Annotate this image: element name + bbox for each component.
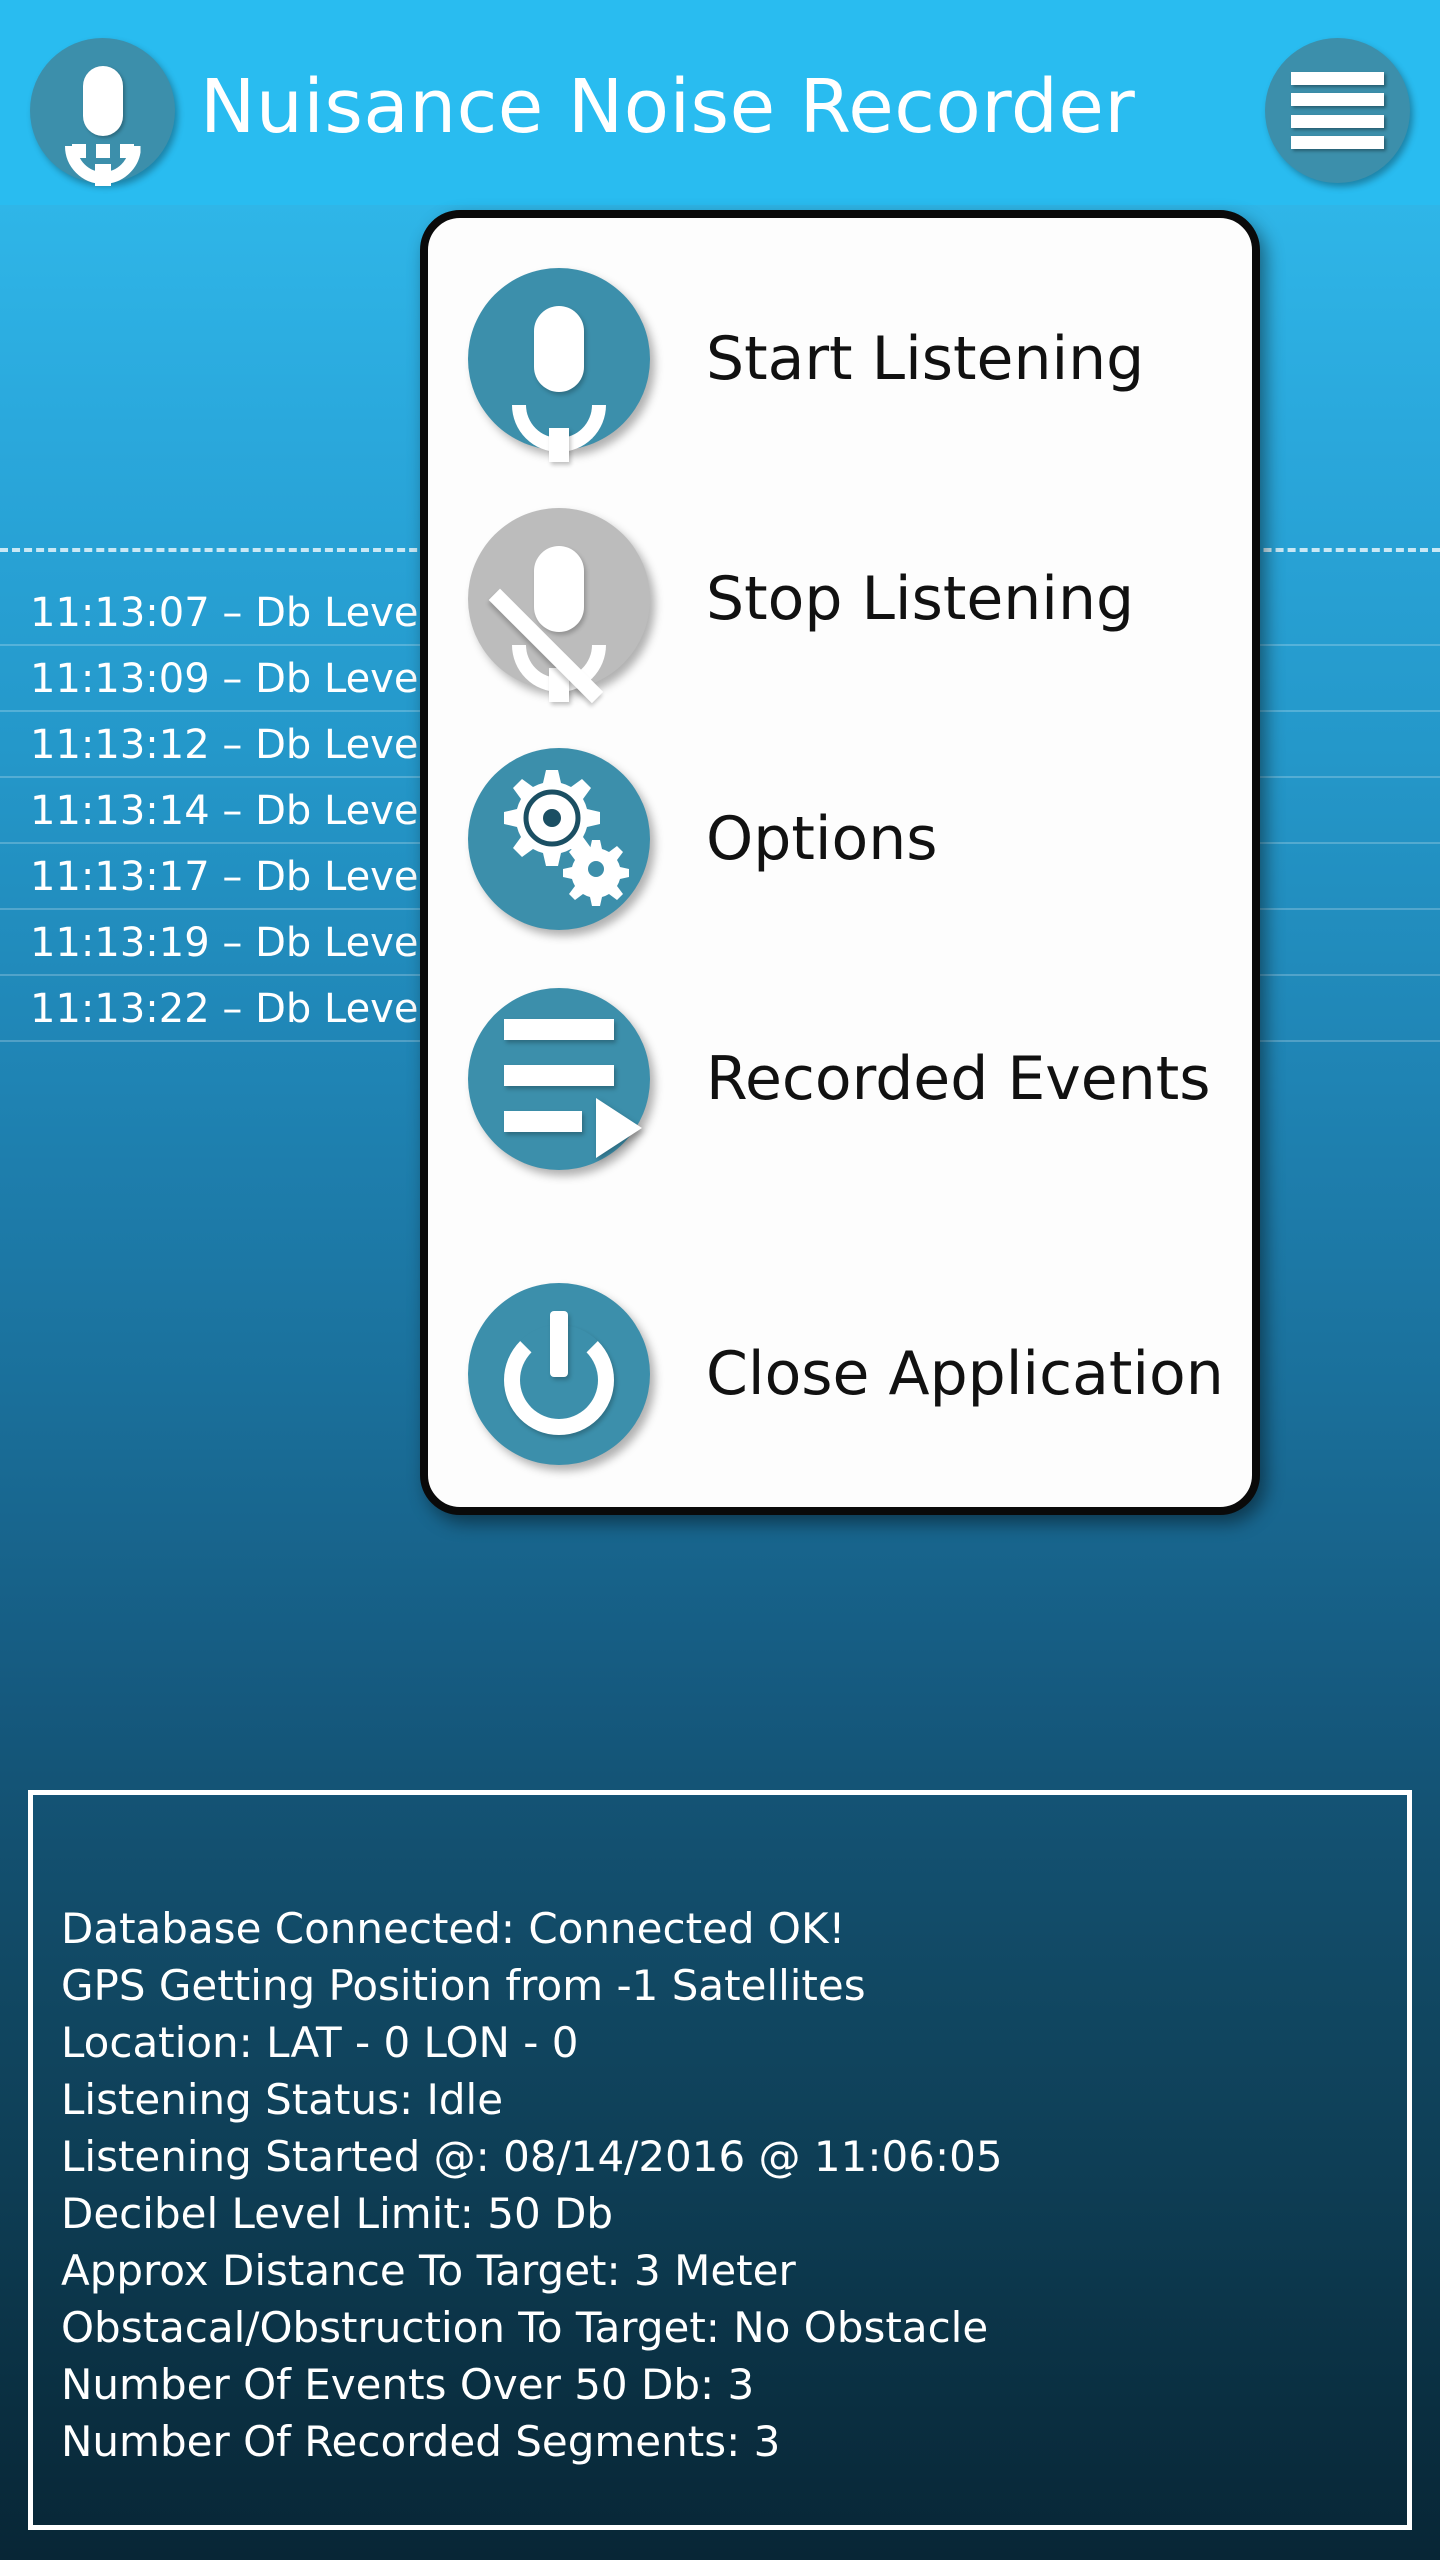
microphone-muted-glyph <box>468 508 650 704</box>
status-lines: Database Connected: Connected OK! GPS Ge… <box>61 1900 1391 2470</box>
status-panel: Database Connected: Connected OK! GPS Ge… <box>28 1790 1412 2530</box>
menu-item-options[interactable]: Options <box>428 738 1252 938</box>
hamburger-menu-icon[interactable] <box>1265 38 1410 183</box>
status-line-database: Database Connected: Connected OK! <box>61 1904 846 1953</box>
microphone-icon <box>468 268 650 462</box>
list-play-icon <box>468 988 650 1170</box>
microphone-glyph <box>30 38 175 186</box>
app-header: Nuisance Noise Recorder <box>0 0 1440 205</box>
status-line-obstruction: Obstacal/Obstruction To Target: No Obsta… <box>61 2303 989 2352</box>
gear-icon <box>468 748 650 930</box>
hamburger-bars <box>1291 72 1384 149</box>
gear-glyph <box>468 748 650 930</box>
menu-item-start-listening[interactable]: Start Listening <box>428 258 1252 462</box>
status-line-gps: GPS Getting Position from -1 Satellites <box>61 1961 866 2010</box>
microphone-icon <box>30 38 175 186</box>
menu-item-label: Options <box>706 804 938 874</box>
app-root: 11:13:07 – Db Leve 11:13:09 – Db Leve 11… <box>0 0 1440 2560</box>
status-line-listening-started: Listening Started @: 08/14/2016 @ 11:06:… <box>61 2132 1003 2181</box>
menu-item-recorded-events[interactable]: Recorded Events <box>428 978 1252 1178</box>
status-line-segments-count: Number Of Recorded Segments: 3 <box>61 2417 781 2466</box>
menu-item-label: Start Listening <box>706 324 1145 394</box>
list-play-glyph <box>468 988 650 1170</box>
microphone-glyph <box>468 268 650 462</box>
status-line-listening-status: Listening Status: Idle <box>61 2075 504 2124</box>
status-line-decibel-limit: Decibel Level Limit: 50 Db <box>61 2189 614 2238</box>
menu-item-close-application[interactable]: Close Application <box>428 1273 1252 1473</box>
page-title: Nuisance Noise Recorder <box>200 64 1136 150</box>
status-line-location: Location: LAT - 0 LON - 0 <box>61 2018 579 2067</box>
main-menu-dialog: Start Listening Stop Listening Options R… <box>420 210 1260 1515</box>
menu-item-label: Recorded Events <box>706 1044 1211 1114</box>
microphone-muted-icon <box>468 508 650 704</box>
status-line-distance: Approx Distance To Target: 3 Meter <box>61 2246 796 2295</box>
power-glyph <box>468 1283 650 1465</box>
dialog-surface: Start Listening Stop Listening Options R… <box>420 210 1260 1515</box>
menu-item-label: Close Application <box>706 1339 1224 1409</box>
menu-item-label: Stop Listening <box>706 564 1135 634</box>
menu-item-stop-listening[interactable]: Stop Listening <box>428 498 1252 704</box>
power-icon <box>468 1283 650 1465</box>
status-line-events-count: Number Of Events Over 50 Db: 3 <box>61 2360 755 2409</box>
